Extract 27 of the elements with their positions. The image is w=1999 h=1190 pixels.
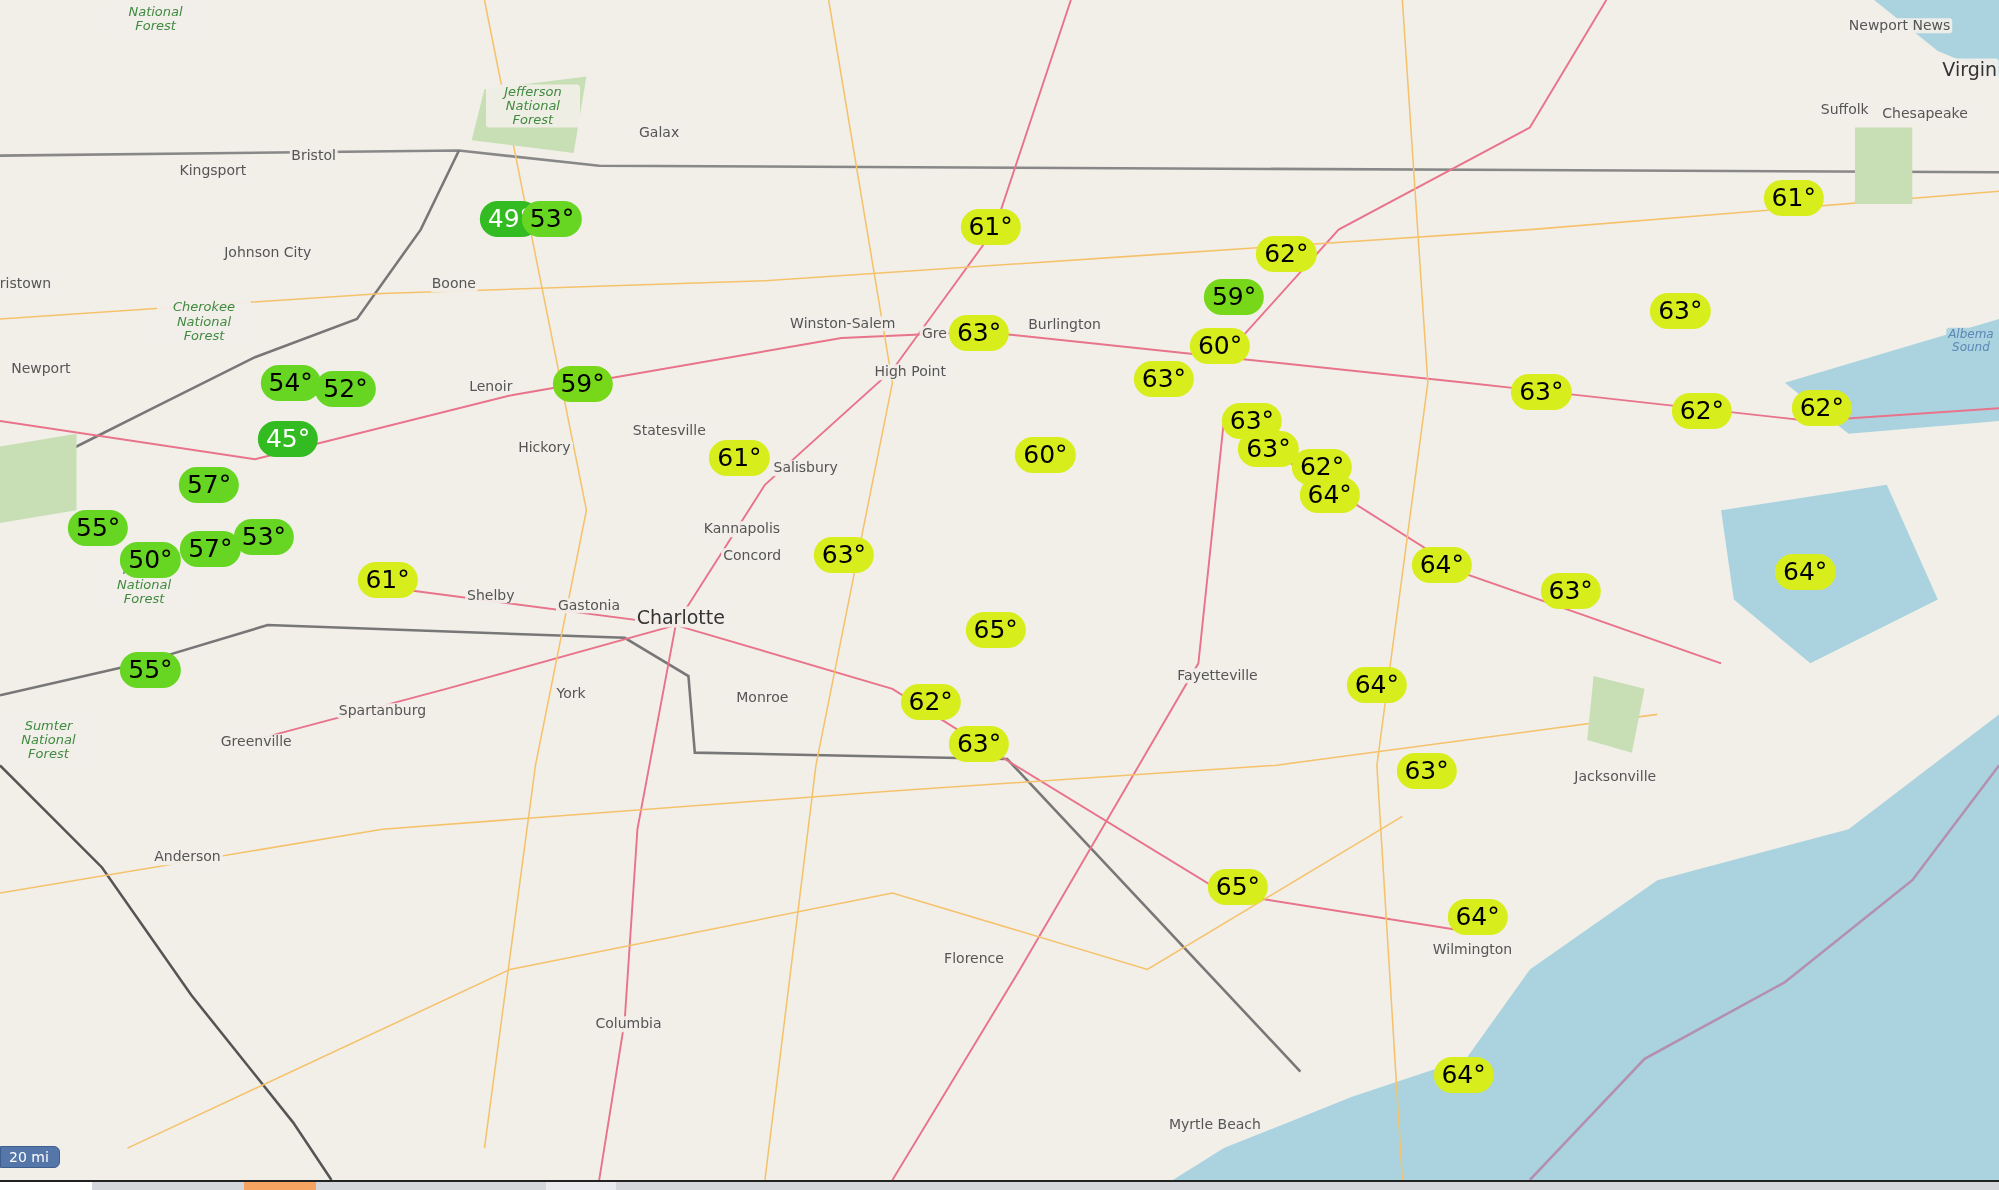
city-label: High Point [872,364,948,381]
city-label: Columbia [593,1016,664,1033]
temperature-marker[interactable]: 55° [68,510,129,547]
city-label: Charlotte [634,607,727,628]
bar-segment [546,1182,616,1190]
city-label: Myrtle Beach [1167,1117,1263,1133]
bar-segment [244,1182,316,1190]
city-label: Burlington [1026,317,1103,333]
temperature-marker[interactable]: 50° [120,542,181,578]
city-label: Jacksonville [1572,769,1659,785]
forest-label: Jefferson National Forest [485,84,580,128]
city-label: Shelby [465,588,517,604]
scale-bar: 20 mi [0,1146,60,1168]
city-label: Virgin [1940,58,1999,80]
city-label: Hickory [516,440,573,456]
forest-label: Cherokee National Forest [156,300,251,343]
city-label: Anderson [152,849,223,865]
temperature-marker[interactable]: 52° [315,371,376,408]
water-label: Albema Sound [1946,327,1996,354]
city-label: Salisbury [771,460,840,476]
temperature-marker[interactable]: 63° [1238,431,1299,468]
temperature-marker[interactable]: 63° [1650,293,1711,330]
city-label: Kingsport [177,163,249,179]
city-label: Boone [429,276,478,293]
city-label: Fayetteville [1175,668,1260,684]
temperature-marker[interactable]: 60° [1015,437,1076,474]
city-label: Winston-Salem [788,316,898,332]
